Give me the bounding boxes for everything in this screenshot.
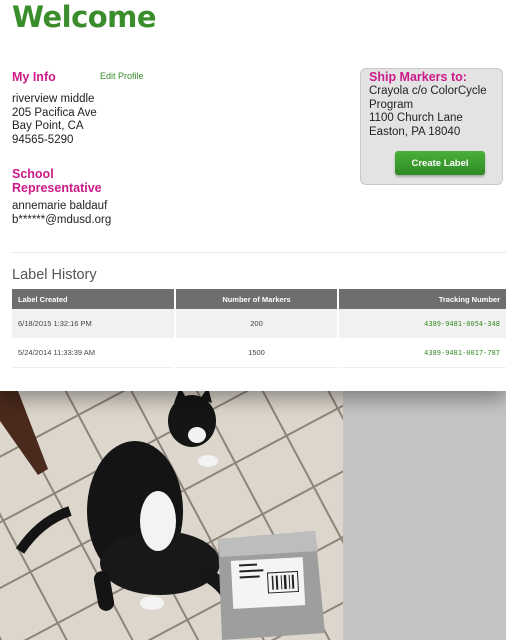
label-created-cell: 5/24/2014 11:33:39 AM	[12, 338, 176, 368]
address-line: riverview middle	[12, 93, 95, 105]
school-address: riverview middle 205 Pacifica Ave Bay Po…	[12, 93, 97, 147]
tracking-number-link[interactable]: 4389-9481-0017-787	[338, 338, 506, 368]
edit-profile-link[interactable]: Edit Profile	[100, 71, 144, 81]
column-header-number-of-markers[interactable]: Number of Markers	[175, 289, 339, 309]
table-header-row: Label Created Number of Markers Tracking…	[12, 289, 506, 309]
label-history-table: Label Created Number of Markers Tracking…	[12, 289, 506, 368]
school-rep-heading-line2: Representative	[12, 181, 102, 195]
ship-address-line: 1100 Church Lane	[369, 112, 463, 124]
markers-count-cell: 200	[175, 309, 339, 338]
address-line: 94565-5290	[12, 133, 74, 146]
rep-email: b******@mdusd.org	[12, 213, 112, 226]
section-divider	[12, 252, 506, 253]
tracking-number-link[interactable]: 4389-9481-0054-348	[338, 309, 506, 338]
page-title: Welcome	[12, 0, 157, 34]
ship-address-line: Easton, PA 18040	[369, 125, 461, 138]
gray-background-panel	[343, 391, 506, 640]
school-rep-details: annemarie baldauf b******@mdusd.org	[12, 200, 111, 227]
profile-page-card: Welcome My Info Edit Profile riverview m…	[0, 0, 506, 391]
ship-to-heading: Ship Markers to:	[369, 70, 467, 84]
label-created-cell: 6/18/2015 1:32:16 PM	[12, 309, 176, 338]
rep-name: annemarie baldauf	[12, 200, 108, 212]
markers-count-cell: 1500	[175, 338, 339, 368]
address-line: 205 Pacifica Ave	[12, 106, 97, 119]
school-rep-heading-line1: School	[12, 167, 54, 181]
ship-markers-panel: Ship Markers to: Crayola c/o ColorCycle …	[360, 68, 503, 185]
table-row: 6/18/2015 1:32:16 PM 200 4389-9481-0054-…	[12, 309, 506, 338]
ship-address-line: Crayola c/o ColorCycle Program	[369, 85, 487, 111]
cat-photo-illustration	[0, 391, 343, 640]
create-label-button[interactable]: Create Label	[395, 151, 485, 175]
table-row: 5/24/2014 11:33:39 AM 1500 4389-9481-001…	[12, 338, 506, 368]
column-header-label-created[interactable]: Label Created	[12, 289, 176, 309]
school-rep-heading: School Representative	[12, 167, 102, 195]
my-info-heading: My Info	[12, 70, 56, 84]
label-history-title: Label History	[12, 267, 97, 283]
column-header-tracking-number[interactable]: Tracking Number	[338, 289, 506, 309]
ship-to-address: Crayola c/o ColorCycle Program 1100 Chur…	[369, 85, 499, 139]
address-line: Bay Point, CA	[12, 120, 84, 132]
cat-with-package-photo	[0, 391, 343, 640]
